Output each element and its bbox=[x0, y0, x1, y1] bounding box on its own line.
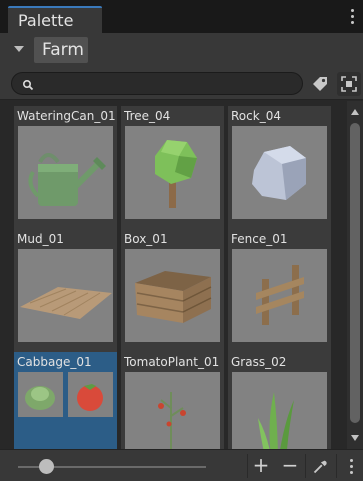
frame-selection-button[interactable] bbox=[337, 72, 361, 96]
tile-label: Mud_01 bbox=[17, 232, 64, 246]
watering-can-icon bbox=[18, 126, 113, 219]
picker-button[interactable] bbox=[307, 454, 333, 478]
search-row bbox=[0, 67, 363, 100]
separator bbox=[336, 454, 337, 478]
separator bbox=[305, 454, 306, 478]
scrollbar-thumb[interactable] bbox=[350, 123, 360, 423]
palette-tile-tree[interactable]: Tree_04 bbox=[121, 106, 224, 241]
tab-palette[interactable]: Palette bbox=[8, 6, 102, 33]
palette-bottombar: + − bbox=[0, 449, 363, 481]
remove-button[interactable]: − bbox=[277, 454, 303, 478]
window-tabbar: Palette bbox=[0, 0, 363, 33]
tile-label: Fence_01 bbox=[231, 232, 288, 246]
add-button[interactable]: + bbox=[248, 454, 274, 478]
tile-label: Box_01 bbox=[124, 232, 168, 246]
grass-icon bbox=[232, 372, 327, 449]
wooden-crate-icon bbox=[125, 249, 220, 342]
palette-tile-box[interactable]: Box_01 bbox=[121, 229, 224, 364]
palette-tile-mud[interactable]: Mud_01 bbox=[14, 229, 117, 364]
palette-grid: WateringCan_01 Tree_04 Rock_04 Mud_01 Bo… bbox=[0, 101, 347, 449]
palette-tile-grass[interactable]: Grass_02 bbox=[228, 352, 331, 449]
scroll-up-icon[interactable] bbox=[351, 109, 359, 115]
palette-tile-wateringcan[interactable]: WateringCan_01 bbox=[14, 106, 117, 241]
search-input[interactable] bbox=[38, 75, 293, 92]
fence-icon bbox=[232, 249, 327, 342]
search-icon bbox=[22, 79, 34, 91]
more-options-icon[interactable] bbox=[348, 459, 354, 475]
search-field[interactable] bbox=[11, 72, 303, 95]
tile-label: TomatoPlant_01 bbox=[124, 355, 220, 369]
tile-label: Rock_04 bbox=[231, 109, 281, 123]
zoom-slider-handle[interactable] bbox=[39, 459, 55, 474]
tile-label: Tree_04 bbox=[124, 109, 171, 123]
rock-icon bbox=[232, 126, 327, 219]
tree-icon bbox=[125, 126, 220, 219]
tomato-plant-icon bbox=[125, 372, 220, 449]
palette-toolbar: Farm bbox=[0, 33, 363, 67]
tile-label: WateringCan_01 bbox=[17, 109, 116, 123]
palette-tile-cabbage[interactable]: Cabbage_01 bbox=[14, 352, 117, 449]
grid-scrollbar[interactable] bbox=[347, 101, 363, 449]
window-menu-icon[interactable] bbox=[349, 9, 355, 25]
mud-plane-icon bbox=[18, 249, 113, 342]
tag-filter-icon[interactable] bbox=[310, 74, 330, 94]
tomato-icon bbox=[68, 372, 113, 417]
tile-label: Grass_02 bbox=[231, 355, 287, 369]
foldout-arrow-icon[interactable] bbox=[14, 46, 24, 52]
palette-tile-tomatoplant[interactable]: TomatoPlant_01 bbox=[121, 352, 224, 449]
palette-tile-rock[interactable]: Rock_04 bbox=[228, 106, 331, 241]
palette-tile-fence[interactable]: Fence_01 bbox=[228, 229, 331, 364]
cabbage-icon bbox=[18, 372, 63, 417]
palette-dropdown[interactable]: Farm bbox=[34, 37, 88, 63]
tile-label: Cabbage_01 bbox=[17, 355, 92, 369]
scroll-down-icon[interactable] bbox=[351, 435, 359, 441]
eyedropper-icon bbox=[313, 460, 327, 474]
frame-selection-icon bbox=[341, 76, 357, 92]
